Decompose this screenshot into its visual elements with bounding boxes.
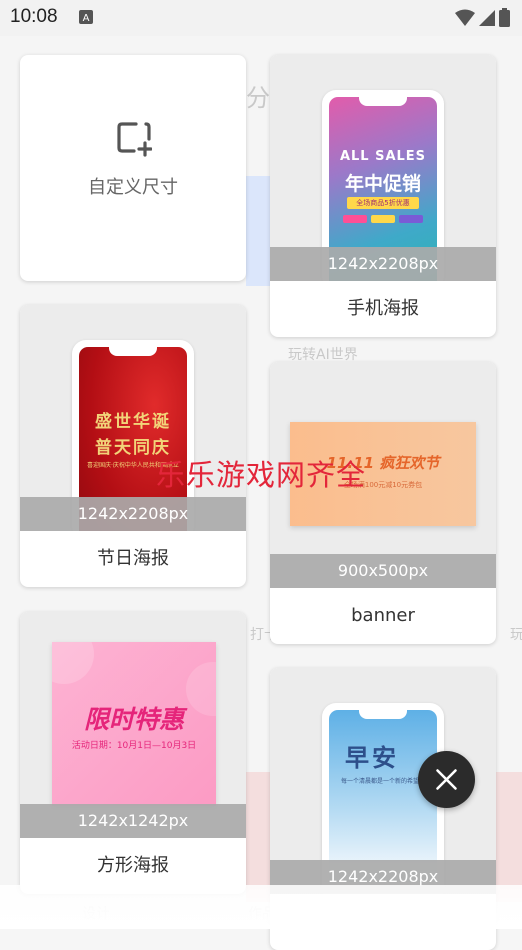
banner-label: banner [351,605,415,626]
custom-size-card[interactable]: 自定义尺寸 [20,55,246,281]
holiday-poster-card[interactable]: 盛世华诞 普天同庆 喜迎国庆·庆祝中华人民共和国成立70周年 1242x2208… [20,305,246,587]
status-bar: 10:08 A [0,0,522,36]
banner-card[interactable]: 11.11 疯狂欢节 全场满100元减10元券包 900x500px banne… [270,362,496,644]
square-poster-size: 1242x1242px [20,804,246,838]
preview-title-en: ALL SALES [339,149,427,164]
battery-icon [499,8,510,27]
bottom-fade [0,885,522,929]
status-time: 10:08 [10,6,58,27]
phone-poster-card[interactable]: ALL SALES 年中促销 全场商品5折优惠 1242x2208px 手机海报 [270,55,496,337]
phone-poster-label: 手机海报 [347,298,419,319]
preview-sub: 全场商品5折优惠 [347,197,419,209]
phone-poster-size: 1242x2208px [270,247,496,281]
add-frame-icon [117,122,152,157]
watermark-text: 乐乐游戏网齐全 [156,458,367,492]
bg-card-text: 玩转AI世界 [288,347,358,363]
close-button[interactable] [418,751,475,808]
preview-title: 早安 [345,744,399,772]
wifi-icon [455,9,475,26]
custom-size-label: 自定义尺寸 [88,177,178,198]
bg-right-text: 玩 [510,627,522,643]
preview-line1: 盛世华诞 [95,412,171,432]
preview-sub: 活动日期：10月1日—10月3日 [71,741,197,751]
preview-sub: 每一个清晨都是一个新的希望 [341,778,420,785]
svg-text:A: A [83,13,90,24]
preview-title: 年中促销 [344,173,421,195]
holiday-poster-label: 节日海报 [97,548,169,569]
close-icon [436,769,457,790]
text-a-icon: A [79,10,93,24]
bg-blue-card [246,176,270,286]
signal-icon [479,9,495,26]
banner-size: 900x500px [270,554,496,588]
holiday-poster-size: 1242x2208px [20,497,246,531]
preview-title: 限时特惠 [83,705,184,734]
square-preview: 限时特惠 活动日期：10月1日—10月3日 [52,642,216,806]
square-poster-card[interactable]: 限时特惠 活动日期：10月1日—10月3日 1242x1242px 方形海报 [20,612,246,894]
